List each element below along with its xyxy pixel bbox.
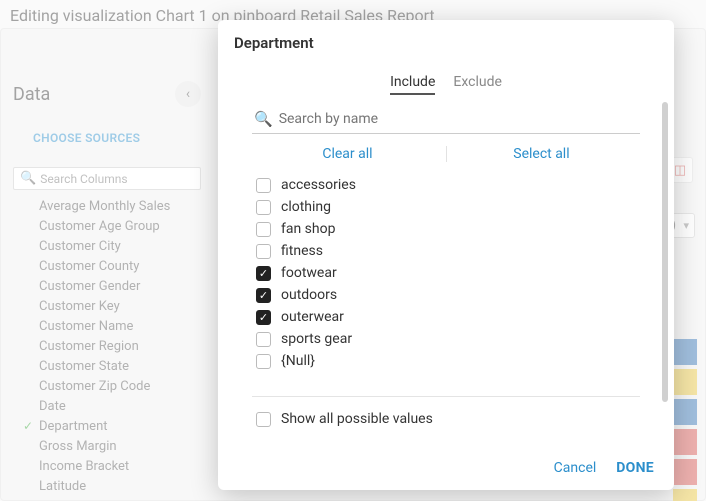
filter-search-field[interactable]: 🔍 xyxy=(252,105,640,134)
option-label: footwear xyxy=(281,265,337,281)
show-all-checkbox[interactable] xyxy=(256,412,271,427)
cancel-button[interactable]: Cancel xyxy=(554,460,597,476)
filter-option[interactable]: outdoors xyxy=(256,284,640,306)
option-checkbox[interactable] xyxy=(256,288,271,303)
done-button[interactable]: DONE xyxy=(616,460,654,476)
option-checkbox[interactable] xyxy=(256,244,271,259)
show-all-row[interactable]: Show all possible values xyxy=(252,411,640,427)
option-label: fitness xyxy=(281,243,323,259)
divider xyxy=(252,396,640,397)
filter-option[interactable]: footwear xyxy=(256,262,640,284)
option-checkbox[interactable] xyxy=(256,266,271,281)
option-checkbox[interactable] xyxy=(256,310,271,325)
include-exclude-tabs: Include Exclude xyxy=(252,70,640,105)
filter-modal: Department Include Exclude 🔍 Clear all S… xyxy=(218,20,674,490)
filter-option[interactable]: fan shop xyxy=(256,218,640,240)
option-label: clothing xyxy=(281,199,331,215)
tab-include[interactable]: Include xyxy=(390,74,435,95)
tab-exclude[interactable]: Exclude xyxy=(453,74,502,95)
option-label: outerwear xyxy=(281,309,344,325)
option-label: accessories xyxy=(281,177,356,193)
option-checkbox[interactable] xyxy=(256,200,271,215)
filter-option[interactable]: accessories xyxy=(256,174,640,196)
show-all-label: Show all possible values xyxy=(281,411,433,427)
filter-search-input[interactable] xyxy=(279,111,638,127)
option-label: {Null} xyxy=(281,353,315,369)
filter-option[interactable]: fitness xyxy=(256,240,640,262)
option-label: sports gear xyxy=(281,331,352,347)
search-icon: 🔍 xyxy=(254,110,273,128)
clear-all-link[interactable]: Clear all xyxy=(322,146,372,162)
option-label: outdoors xyxy=(281,287,337,303)
option-label: fan shop xyxy=(281,221,335,237)
modal-title: Department xyxy=(218,20,674,62)
filter-option[interactable]: outerwear xyxy=(256,306,640,328)
filter-option[interactable]: {Null} xyxy=(256,350,640,372)
filter-option[interactable]: sports gear xyxy=(256,328,640,350)
option-checkbox[interactable] xyxy=(256,332,271,347)
select-all-link[interactable]: Select all xyxy=(513,146,569,162)
modal-scrollbar[interactable] xyxy=(662,102,668,402)
option-checkbox[interactable] xyxy=(256,178,271,193)
option-checkbox[interactable] xyxy=(256,222,271,237)
filter-option[interactable]: clothing xyxy=(256,196,640,218)
filter-options-list: accessories clothing fan shop fitness footwe… xyxy=(252,172,640,372)
app-root: Editing visualization Chart 1 on pinboar… xyxy=(0,0,706,501)
option-checkbox[interactable] xyxy=(256,354,271,369)
